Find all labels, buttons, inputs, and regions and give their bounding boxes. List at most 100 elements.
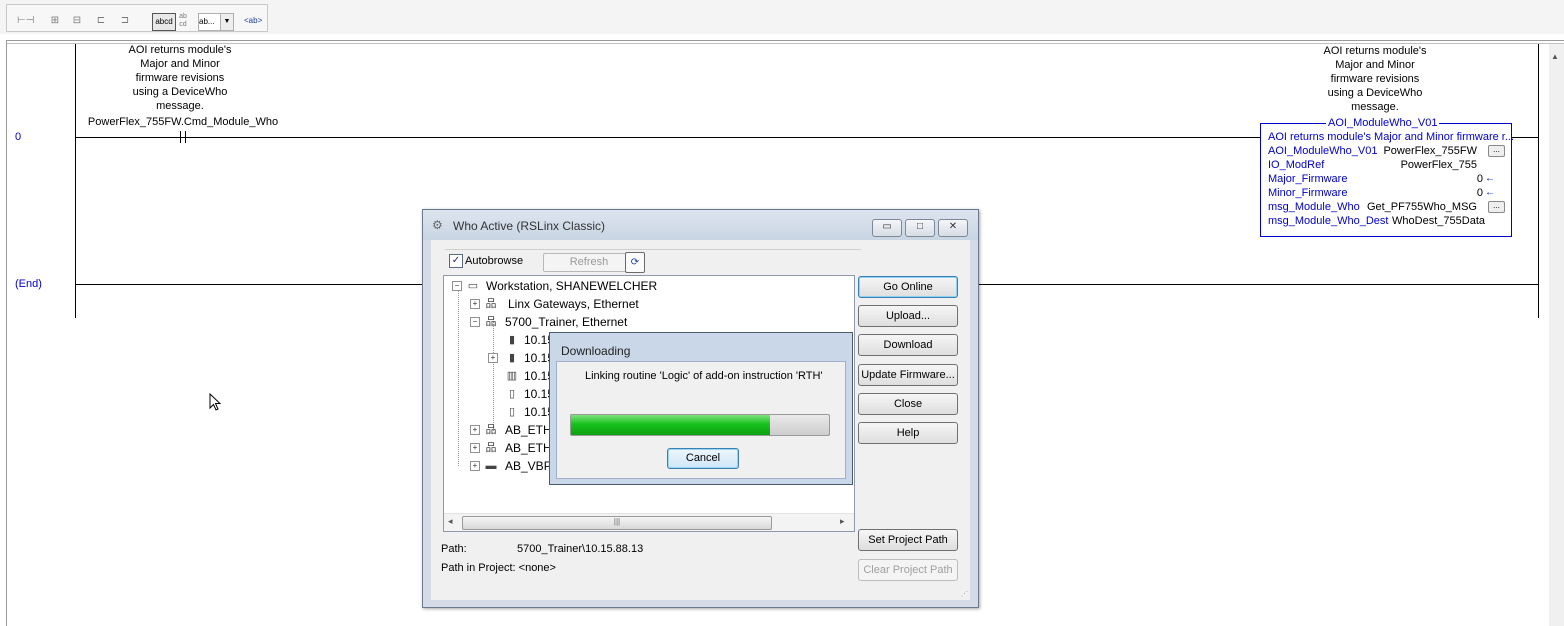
aoi-header-text: AOI returns module's Major and Minor fir…	[1268, 131, 1515, 143]
rslinx-icon: ⚙	[432, 218, 443, 232]
operand-name: Minor_Firmware	[1268, 187, 1348, 199]
ab-tag-icon[interactable]: <ab>	[244, 13, 262, 29]
group-separator	[445, 249, 861, 250]
end-rung-label[interactable]: (End)	[15, 278, 42, 290]
aoi-instruction-block[interactable]: AOI returns module's Major and Minor fir…	[1260, 123, 1515, 237]
aoi-operand-row[interactable]: Minor_Firmware 0 ←	[1268, 186, 1505, 200]
autobrowse-label[interactable]: Autobrowse	[465, 255, 523, 267]
device-icon: ▮	[508, 352, 516, 364]
ellipsis-button[interactable]: ...	[1488, 145, 1505, 157]
vertical-scrollbar[interactable]	[1549, 44, 1564, 626]
autobrowse-checkbox[interactable]: ✓	[449, 254, 463, 268]
description-line: AOI returns module's	[1323, 45, 1427, 57]
download-button[interactable]: Download	[858, 334, 958, 356]
description-line: AOI returns module's	[128, 44, 232, 56]
operand-value: 0	[1476, 187, 1483, 199]
expand-icon[interactable]: +	[470, 443, 480, 453]
scroll-thumb[interactable]: |||	[462, 516, 772, 530]
operand-name: AOI_ModuleWho_V01	[1268, 145, 1378, 157]
path-value: 5700_Trainer\10.15.88.13	[517, 543, 644, 555]
add-branch-icon[interactable]: ⊟	[69, 13, 85, 29]
scroll-up-icon[interactable]: ▲	[1551, 52, 1562, 62]
output-arrow-icon: ←	[1485, 173, 1495, 184]
aoi-operand-row[interactable]: Major_Firmware 0 ←	[1268, 172, 1505, 186]
description-line: Major and Minor	[1335, 59, 1415, 71]
network-icon: 品	[485, 298, 497, 310]
rung-wire	[75, 137, 1260, 138]
resize-grip-icon[interactable]: ⋰	[961, 590, 969, 598]
scroll-right-icon[interactable]: ▸	[840, 516, 845, 527]
rung-icon[interactable]: ⊢⊣	[17, 13, 34, 29]
computer-icon: ▭	[467, 280, 479, 292]
maximize-icon[interactable]: □	[905, 219, 935, 237]
description-line: firmware revisions	[1330, 73, 1420, 85]
expand-icon[interactable]: +	[488, 353, 498, 363]
expand-icon[interactable]: +	[470, 299, 480, 309]
browse-tree-icon[interactable]: ⟳	[625, 252, 645, 273]
ab-combo-icon[interactable]: ab... ▼	[198, 13, 234, 31]
path-label: Path:	[441, 543, 467, 555]
upload-button[interactable]: Upload...	[858, 305, 958, 327]
rung-number[interactable]: 0	[15, 131, 21, 143]
downloading-body: Linking routine 'Logic' of add-on instru…	[556, 361, 846, 479]
dialog-title: Who Active (RSLinx Classic)	[453, 219, 606, 233]
description-line: Major and Minor	[140, 58, 220, 70]
set-project-path-button[interactable]: Set Project Path	[858, 529, 958, 551]
minimize-icon[interactable]: ▭	[872, 219, 902, 237]
device-icon: ▯	[508, 388, 516, 400]
branch-level-icon[interactable]: ⊏	[93, 13, 109, 29]
close-icon[interactable]: ✕	[938, 219, 968, 237]
expand-icon[interactable]: +	[470, 461, 480, 471]
aoi-operand-row[interactable]: msg_Module_Who Get_PF755Who_MSG ...	[1268, 200, 1505, 214]
operand-value: WhoDest_755Data	[1392, 215, 1485, 227]
tree-node-label: AB_ETHI	[505, 441, 556, 455]
operand-name: Major_Firmware	[1268, 173, 1348, 185]
contact-left-bracket	[176, 131, 181, 143]
xic-icon[interactable]: ⊐	[117, 13, 133, 29]
expand-icon[interactable]: +	[470, 425, 480, 435]
description-line: using a DeviceWho	[132, 86, 228, 98]
ellipsis-button[interactable]: ...	[1488, 201, 1505, 213]
ab-stack-icon[interactable]: ab cd	[175, 13, 191, 29]
abcd-icon[interactable]: abcd	[152, 13, 176, 31]
scroll-left-icon[interactable]: ◂	[448, 516, 453, 527]
xic-contact[interactable]	[176, 131, 190, 143]
description-line: using a DeviceWho	[1327, 87, 1423, 99]
toolbar-group: ⊢⊣ ⊞ ⊟ ⊏ ⊐ abcd ab cd ab... ▼ <ab>	[6, 4, 268, 32]
aoi-operand-row[interactable]: msg_Module_Who_Dest WhoDest_755Data	[1268, 214, 1505, 228]
horizontal-scrollbar[interactable]: ◂ ||| ▸	[444, 513, 854, 531]
update-firmware-button[interactable]: Update Firmware...	[858, 364, 958, 386]
description-line: message.	[1351, 101, 1399, 113]
refresh-button[interactable]: Refresh	[543, 253, 635, 272]
device-icon: ▮	[508, 334, 516, 346]
help-button[interactable]: Help	[858, 422, 958, 444]
downloading-dialog: Downloading Linking routine 'Logic' of a…	[549, 332, 853, 485]
contact-tag[interactable]: PowerFlex_755FW.Cmd_Module_Who	[83, 115, 283, 129]
rung-wire	[1511, 137, 1538, 138]
operand-value: PowerFlex_755	[1400, 159, 1477, 171]
progress-fill	[571, 415, 770, 435]
network-icon: 品	[485, 316, 497, 328]
contact-description: AOI returns module's Major and Minor fir…	[90, 43, 270, 113]
ab-combo-label: ab...	[199, 17, 215, 26]
network-icon: 品	[485, 424, 497, 436]
cancel-button[interactable]: Cancel	[667, 448, 739, 469]
tree-guide	[458, 288, 459, 466]
add-rung-icon[interactable]: ⊞	[47, 13, 63, 29]
right-power-rail	[1538, 44, 1539, 318]
aoi-description: AOI returns module's Major and Minor fir…	[1285, 44, 1465, 114]
collapse-icon[interactable]: −	[470, 317, 480, 327]
aoi-title: AOI_ModuleWho_V01	[1326, 117, 1440, 129]
aoi-operand-row[interactable]: AOI_ModuleWho_V01 PowerFlex_755FW ...	[1268, 144, 1505, 158]
tree-node-label: 5700_Trainer, Ethernet	[505, 315, 628, 329]
close-button[interactable]: Close	[858, 393, 958, 415]
clear-project-path-button: Clear Project Path	[858, 559, 958, 581]
aoi-operand-row[interactable]: IO_ModRef PowerFlex_755	[1268, 158, 1505, 172]
download-status-message: Linking routine 'Logic' of add-on instru…	[585, 370, 823, 382]
mouse-cursor-icon	[209, 393, 222, 411]
operand-name: IO_ModRef	[1268, 159, 1325, 171]
contact-right-bracket	[185, 131, 190, 143]
collapse-icon[interactable]: −	[452, 281, 462, 291]
tree-node-label: Workstation, SHANEWELCHER	[486, 279, 658, 293]
go-online-button[interactable]: Go Online	[858, 276, 958, 298]
